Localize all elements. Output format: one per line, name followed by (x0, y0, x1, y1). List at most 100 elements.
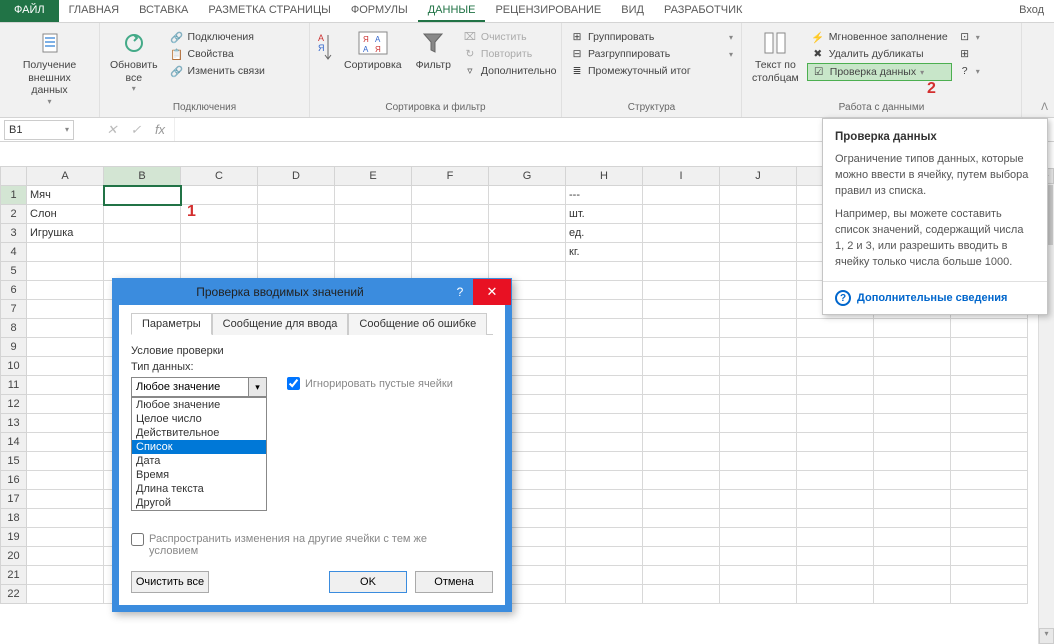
cell-D1[interactable] (258, 186, 335, 205)
cell-G1[interactable] (489, 186, 566, 205)
row-header-14[interactable]: 14 (1, 433, 27, 452)
col-header-B[interactable]: B (104, 167, 181, 186)
cell-E2[interactable] (335, 205, 412, 224)
cell-A12[interactable] (27, 395, 104, 414)
name-box[interactable]: B1▾ (4, 120, 74, 140)
cell-K14[interactable] (797, 433, 874, 452)
cell-K13[interactable] (797, 414, 874, 433)
cell-L18[interactable] (874, 509, 951, 528)
cell-L13[interactable] (874, 414, 951, 433)
cell-M20[interactable] (951, 547, 1028, 566)
cell-L15[interactable] (874, 452, 951, 471)
cell-J13[interactable] (720, 414, 797, 433)
cell-M21[interactable] (951, 566, 1028, 585)
cell-J8[interactable] (720, 319, 797, 338)
cell-B2[interactable] (104, 205, 181, 224)
tab-developer[interactable]: РАЗРАБОТЧИК (654, 0, 752, 22)
cell-A1[interactable]: Мяч (27, 186, 104, 205)
properties-button[interactable]: 📋Свойства (166, 46, 269, 62)
cell-K17[interactable] (797, 490, 874, 509)
login-link[interactable]: Вход (1009, 0, 1054, 22)
dialog-close-button[interactable]: ✕ (473, 279, 511, 305)
cell-M18[interactable] (951, 509, 1028, 528)
cell-L19[interactable] (874, 528, 951, 547)
dialog-tab-error-alert[interactable]: Сообщение об ошибке (348, 313, 487, 335)
cell-I19[interactable] (643, 528, 720, 547)
cell-L22[interactable] (874, 585, 951, 604)
cell-J16[interactable] (720, 471, 797, 490)
cell-A2[interactable]: Слон (27, 205, 104, 224)
fx-button[interactable]: fx (150, 120, 170, 140)
cell-J6[interactable] (720, 281, 797, 300)
cell-I22[interactable] (643, 585, 720, 604)
cell-L9[interactable] (874, 338, 951, 357)
cell-E4[interactable] (335, 243, 412, 262)
dialog-help-button[interactable]: ? (447, 285, 473, 299)
cell-L8[interactable] (874, 319, 951, 338)
col-header-C[interactable]: C (181, 167, 258, 186)
sort-az-button[interactable]: АЯ (314, 25, 336, 69)
row-header-20[interactable]: 20 (1, 547, 27, 566)
apply-all-checkbox[interactable]: Распространить изменения на другие ячейк… (131, 533, 493, 557)
tab-view[interactable]: ВИД (611, 0, 654, 22)
cell-H21[interactable] (566, 566, 643, 585)
apply-all-input[interactable] (131, 533, 144, 546)
cell-L21[interactable] (874, 566, 951, 585)
type-option-3[interactable]: Список (132, 440, 266, 454)
cell-H1[interactable]: --- (566, 186, 643, 205)
cell-H3[interactable]: ед. (566, 224, 643, 243)
type-option-0[interactable]: Любое значение (132, 398, 266, 412)
cell-H17[interactable] (566, 490, 643, 509)
cell-A4[interactable] (27, 243, 104, 262)
relationships-button[interactable]: ⊞ (954, 46, 984, 62)
row-header-10[interactable]: 10 (1, 357, 27, 376)
cell-B3[interactable] (104, 224, 181, 243)
cell-M13[interactable] (951, 414, 1028, 433)
cell-I9[interactable] (643, 338, 720, 357)
tab-file[interactable]: ФАЙЛ (0, 0, 59, 22)
cell-A17[interactable] (27, 490, 104, 509)
dialog-titlebar[interactable]: Проверка вводимых значений ? ✕ (113, 279, 511, 305)
cancel-button[interactable]: Отмена (415, 571, 493, 593)
type-option-6[interactable]: Длина текста (132, 482, 266, 496)
cell-I6[interactable] (643, 281, 720, 300)
type-option-1[interactable]: Целое число (132, 412, 266, 426)
row-header-13[interactable]: 13 (1, 414, 27, 433)
cell-J14[interactable] (720, 433, 797, 452)
cell-F1[interactable] (412, 186, 489, 205)
cell-L17[interactable] (874, 490, 951, 509)
cell-K11[interactable] (797, 376, 874, 395)
what-if-button[interactable]: ?▾ (954, 63, 984, 79)
cell-A15[interactable] (27, 452, 104, 471)
row-header-1[interactable]: 1 (1, 186, 27, 205)
cell-G2[interactable] (489, 205, 566, 224)
cell-J2[interactable] (720, 205, 797, 224)
cell-I12[interactable] (643, 395, 720, 414)
row-header-6[interactable]: 6 (1, 281, 27, 300)
get-external-data-button[interactable]: Получение внешних данных ▾ (4, 25, 95, 108)
flash-fill-button[interactable]: ⚡Мгновенное заполнение (807, 29, 952, 45)
tab-insert[interactable]: ВСТАВКА (129, 0, 198, 22)
cell-H11[interactable] (566, 376, 643, 395)
cell-H15[interactable] (566, 452, 643, 471)
row-header-21[interactable]: 21 (1, 566, 27, 585)
cell-K9[interactable] (797, 338, 874, 357)
cell-I7[interactable] (643, 300, 720, 319)
cell-I17[interactable] (643, 490, 720, 509)
cell-H4[interactable]: кг. (566, 243, 643, 262)
cell-A13[interactable] (27, 414, 104, 433)
cell-M14[interactable] (951, 433, 1028, 452)
row-header-22[interactable]: 22 (1, 585, 27, 604)
data-validation-button[interactable]: ☑Проверка данных▾ (807, 63, 952, 81)
cell-L10[interactable] (874, 357, 951, 376)
cell-I18[interactable] (643, 509, 720, 528)
cell-J1[interactable] (720, 186, 797, 205)
type-dropdown-button[interactable]: ▾ (249, 377, 267, 397)
tooltip-more-link[interactable]: Дополнительные сведения (857, 292, 1007, 304)
cell-I4[interactable] (643, 243, 720, 262)
row-header-15[interactable]: 15 (1, 452, 27, 471)
cell-L16[interactable] (874, 471, 951, 490)
cell-J19[interactable] (720, 528, 797, 547)
cell-I2[interactable] (643, 205, 720, 224)
cell-L20[interactable] (874, 547, 951, 566)
